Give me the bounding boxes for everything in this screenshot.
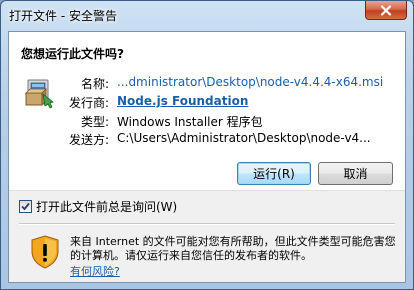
always-ask-option[interactable]: 打开此文件前总是询问(W) xyxy=(19,198,177,215)
run-button[interactable]: 运行(R) xyxy=(237,162,311,185)
divider xyxy=(19,223,395,225)
publisher-link[interactable]: Node.js Foundation xyxy=(117,94,248,108)
file-type-value: Windows Installer 程序包 xyxy=(117,115,263,129)
file-name-link[interactable]: ...dministrator\Desktop\node-v4.4.4-x64.… xyxy=(117,75,383,89)
close-button[interactable] xyxy=(365,1,407,20)
name-label: 名称: xyxy=(80,77,109,91)
window-title: 打开文件 - 安全警告 xyxy=(9,9,117,23)
from-label: 发送方: xyxy=(68,133,109,147)
close-icon xyxy=(380,4,392,16)
type-label: 类型: xyxy=(80,115,109,129)
what-is-risk-link[interactable]: 有何风险? xyxy=(70,263,120,279)
from-path-value: C:\Users\Administrator\Desktop\node-v4..… xyxy=(117,131,371,145)
security-warning-text: 来自 Internet 的文件可能对您有所帮助，但此文件类型可能危害您的计算机。… xyxy=(70,235,396,262)
security-shield-icon xyxy=(30,235,60,269)
publisher-label: 发行商: xyxy=(68,96,109,110)
always-ask-label[interactable]: 打开此文件前总是询问(W) xyxy=(36,198,177,215)
cancel-button[interactable]: 取消 xyxy=(318,162,393,185)
always-ask-checkbox[interactable] xyxy=(19,200,32,213)
dialog-content: 您想运行此文件吗? 名称: ...dministrator\Desktop\no… xyxy=(8,31,406,283)
dialog-question: 您想运行此文件吗? xyxy=(21,47,124,61)
security-warning-dialog: 打开文件 - 安全警告 您想运行此文件吗? 名称: ...dministrato… xyxy=(0,0,414,290)
title-bar[interactable]: 打开文件 - 安全警告 xyxy=(1,1,413,31)
